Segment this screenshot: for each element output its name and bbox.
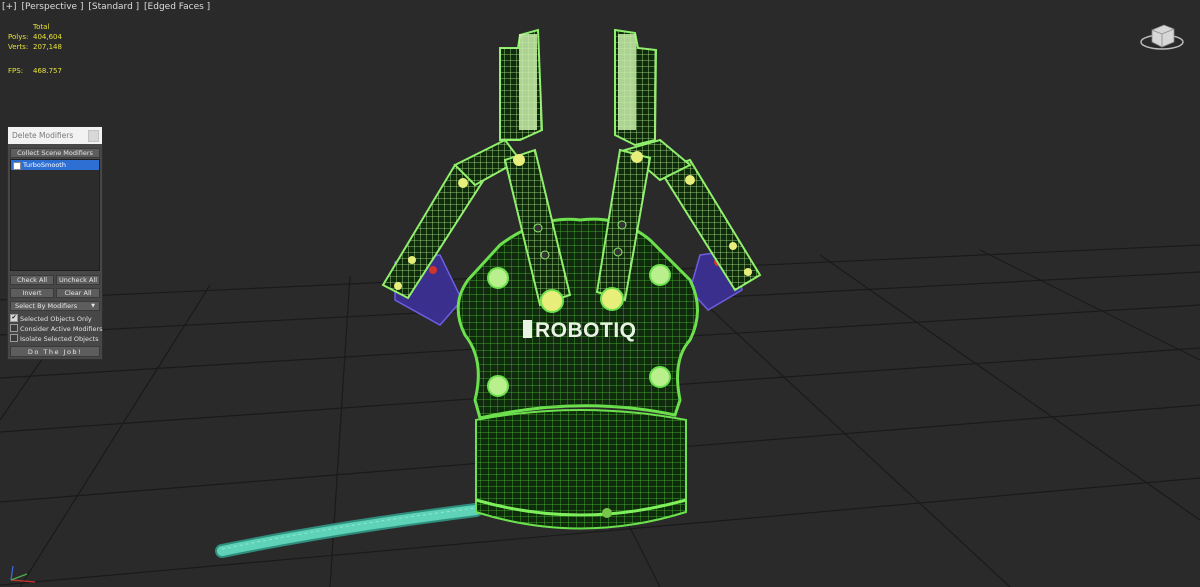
consider-active-modifiers-label: Consider Active Modifiers [20, 325, 103, 333]
isolate-selected-objects-label: Isolate Selected Objects [20, 335, 99, 343]
modifier-checkbox[interactable] [13, 162, 21, 170]
uncheck-all-button[interactable]: Uncheck All [56, 275, 100, 285]
checkbox-icon [10, 324, 18, 332]
checkbox-icon [10, 334, 18, 342]
scene-3d-view[interactable]: ROBOTIQ [0, 0, 1200, 587]
polys-value: 404,604 [33, 33, 62, 41]
viewport-display-mode-menu[interactable]: [Edged Faces ] [144, 2, 210, 12]
viewport-plus-menu[interactable]: [+] [2, 2, 17, 12]
viewcube-icon[interactable] [1139, 20, 1185, 54]
verts-label: Verts: [8, 43, 29, 51]
fps-value: 468.757 [33, 67, 62, 75]
close-icon[interactable] [88, 130, 99, 142]
selected-objects-only-label: Selected Objects Only [20, 315, 92, 323]
perspective-viewport[interactable]: ROBOTIQ [+] [Perspective] [Standard] [… [0, 0, 1200, 587]
left-fingertip [499, 28, 544, 141]
consider-active-modifiers-checkbox[interactable]: Consider Active Modifiers [10, 324, 103, 334]
polys-label: Polys: [8, 33, 29, 41]
cable [215, 503, 483, 558]
gripper-body: ROBOTIQ [456, 217, 699, 420]
viewport-view-menu[interactable]: [Perspective ] [21, 2, 83, 12]
select-by-dropdown[interactable]: Select By Modifiers ▼ [10, 301, 100, 311]
viewport-label-menu[interactable]: [+] [Perspective ] [Standard ] [Edged Fa… [2, 2, 212, 12]
panel-title: Delete Modifiers [12, 131, 74, 140]
checkbox-checked-icon: ✔ [10, 314, 18, 322]
select-by-value: Select By Modifiers [15, 302, 78, 310]
gripper-base [475, 409, 687, 530]
axis-tripod-icon [10, 565, 36, 583]
isolate-selected-objects-checkbox[interactable]: Isolate Selected Objects [10, 334, 98, 344]
verts-value: 207,148 [33, 43, 62, 51]
collect-scene-modifiers-button[interactable]: Collect Scene Modifiers [10, 148, 100, 158]
check-all-button[interactable]: Check All [10, 275, 54, 285]
chevron-down-icon: ▼ [91, 303, 95, 309]
fps-label: FPS: [8, 67, 24, 75]
panel-title-bar[interactable]: Delete Modifiers [8, 127, 102, 144]
do-the-job-button[interactable]: Do The Job! [10, 346, 100, 357]
list-item-turbosmooth[interactable]: TurboSmooth [11, 160, 99, 170]
viewport-shading-mode-menu[interactable]: [Standard ] [88, 2, 139, 12]
viewport-statistics: Total Polys: 404,604 Verts: 207,148 FPS: 46… [8, 22, 73, 76]
robotiq-logo: ROBOTIQ [535, 319, 637, 342]
modifier-label: TurboSmooth [23, 161, 66, 169]
delete-modifiers-panel: Delete Modifiers Collect Scene Modifiers… [7, 126, 103, 360]
stats-header: Total [33, 23, 50, 31]
right-fingertip [614, 28, 658, 147]
invert-button[interactable]: Invert [10, 288, 54, 298]
selected-objects-only-checkbox[interactable]: ✔ Selected Objects Only [10, 314, 92, 324]
modifier-list[interactable]: TurboSmooth [10, 159, 100, 271]
clear-all-button[interactable]: Clear All [56, 288, 100, 298]
